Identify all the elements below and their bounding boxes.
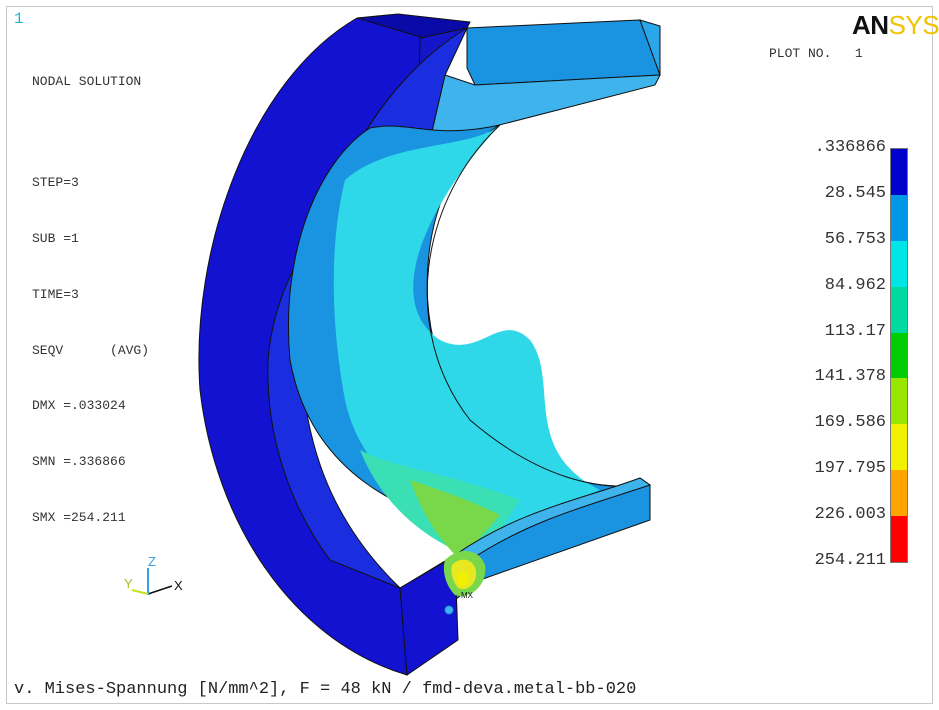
legend-tick-label: 84.962	[824, 275, 886, 295]
triad-x-label: X	[174, 578, 183, 593]
legend-tick-label: 113.17	[824, 321, 886, 341]
legend-tick-label: 169.586	[814, 413, 886, 433]
triad-y-axis	[131, 589, 149, 595]
max-marker: MX	[461, 591, 474, 600]
triad-x-axis	[147, 585, 173, 595]
triad-y-label: Y	[124, 576, 133, 591]
legend-tick-label: 254.211	[814, 551, 886, 570]
legend-tick-label: 141.378	[814, 367, 886, 387]
triad-z-label: Z	[148, 554, 156, 569]
coordinate-triad: Z Y X	[124, 554, 183, 595]
plot-caption: v. Mises-Spannung [N/mm^2], F = 48 kN / …	[14, 680, 637, 699]
top-arm	[466, 19, 661, 86]
legend-tick-label: .336866	[814, 138, 886, 157]
legend-tick-label: 226.003	[814, 505, 886, 525]
legend-tick-label: 197.795	[814, 459, 886, 479]
legend-tick-label: 28.545	[824, 183, 886, 203]
legend-tick-label: 56.753	[824, 229, 886, 249]
stress-point	[444, 605, 454, 615]
